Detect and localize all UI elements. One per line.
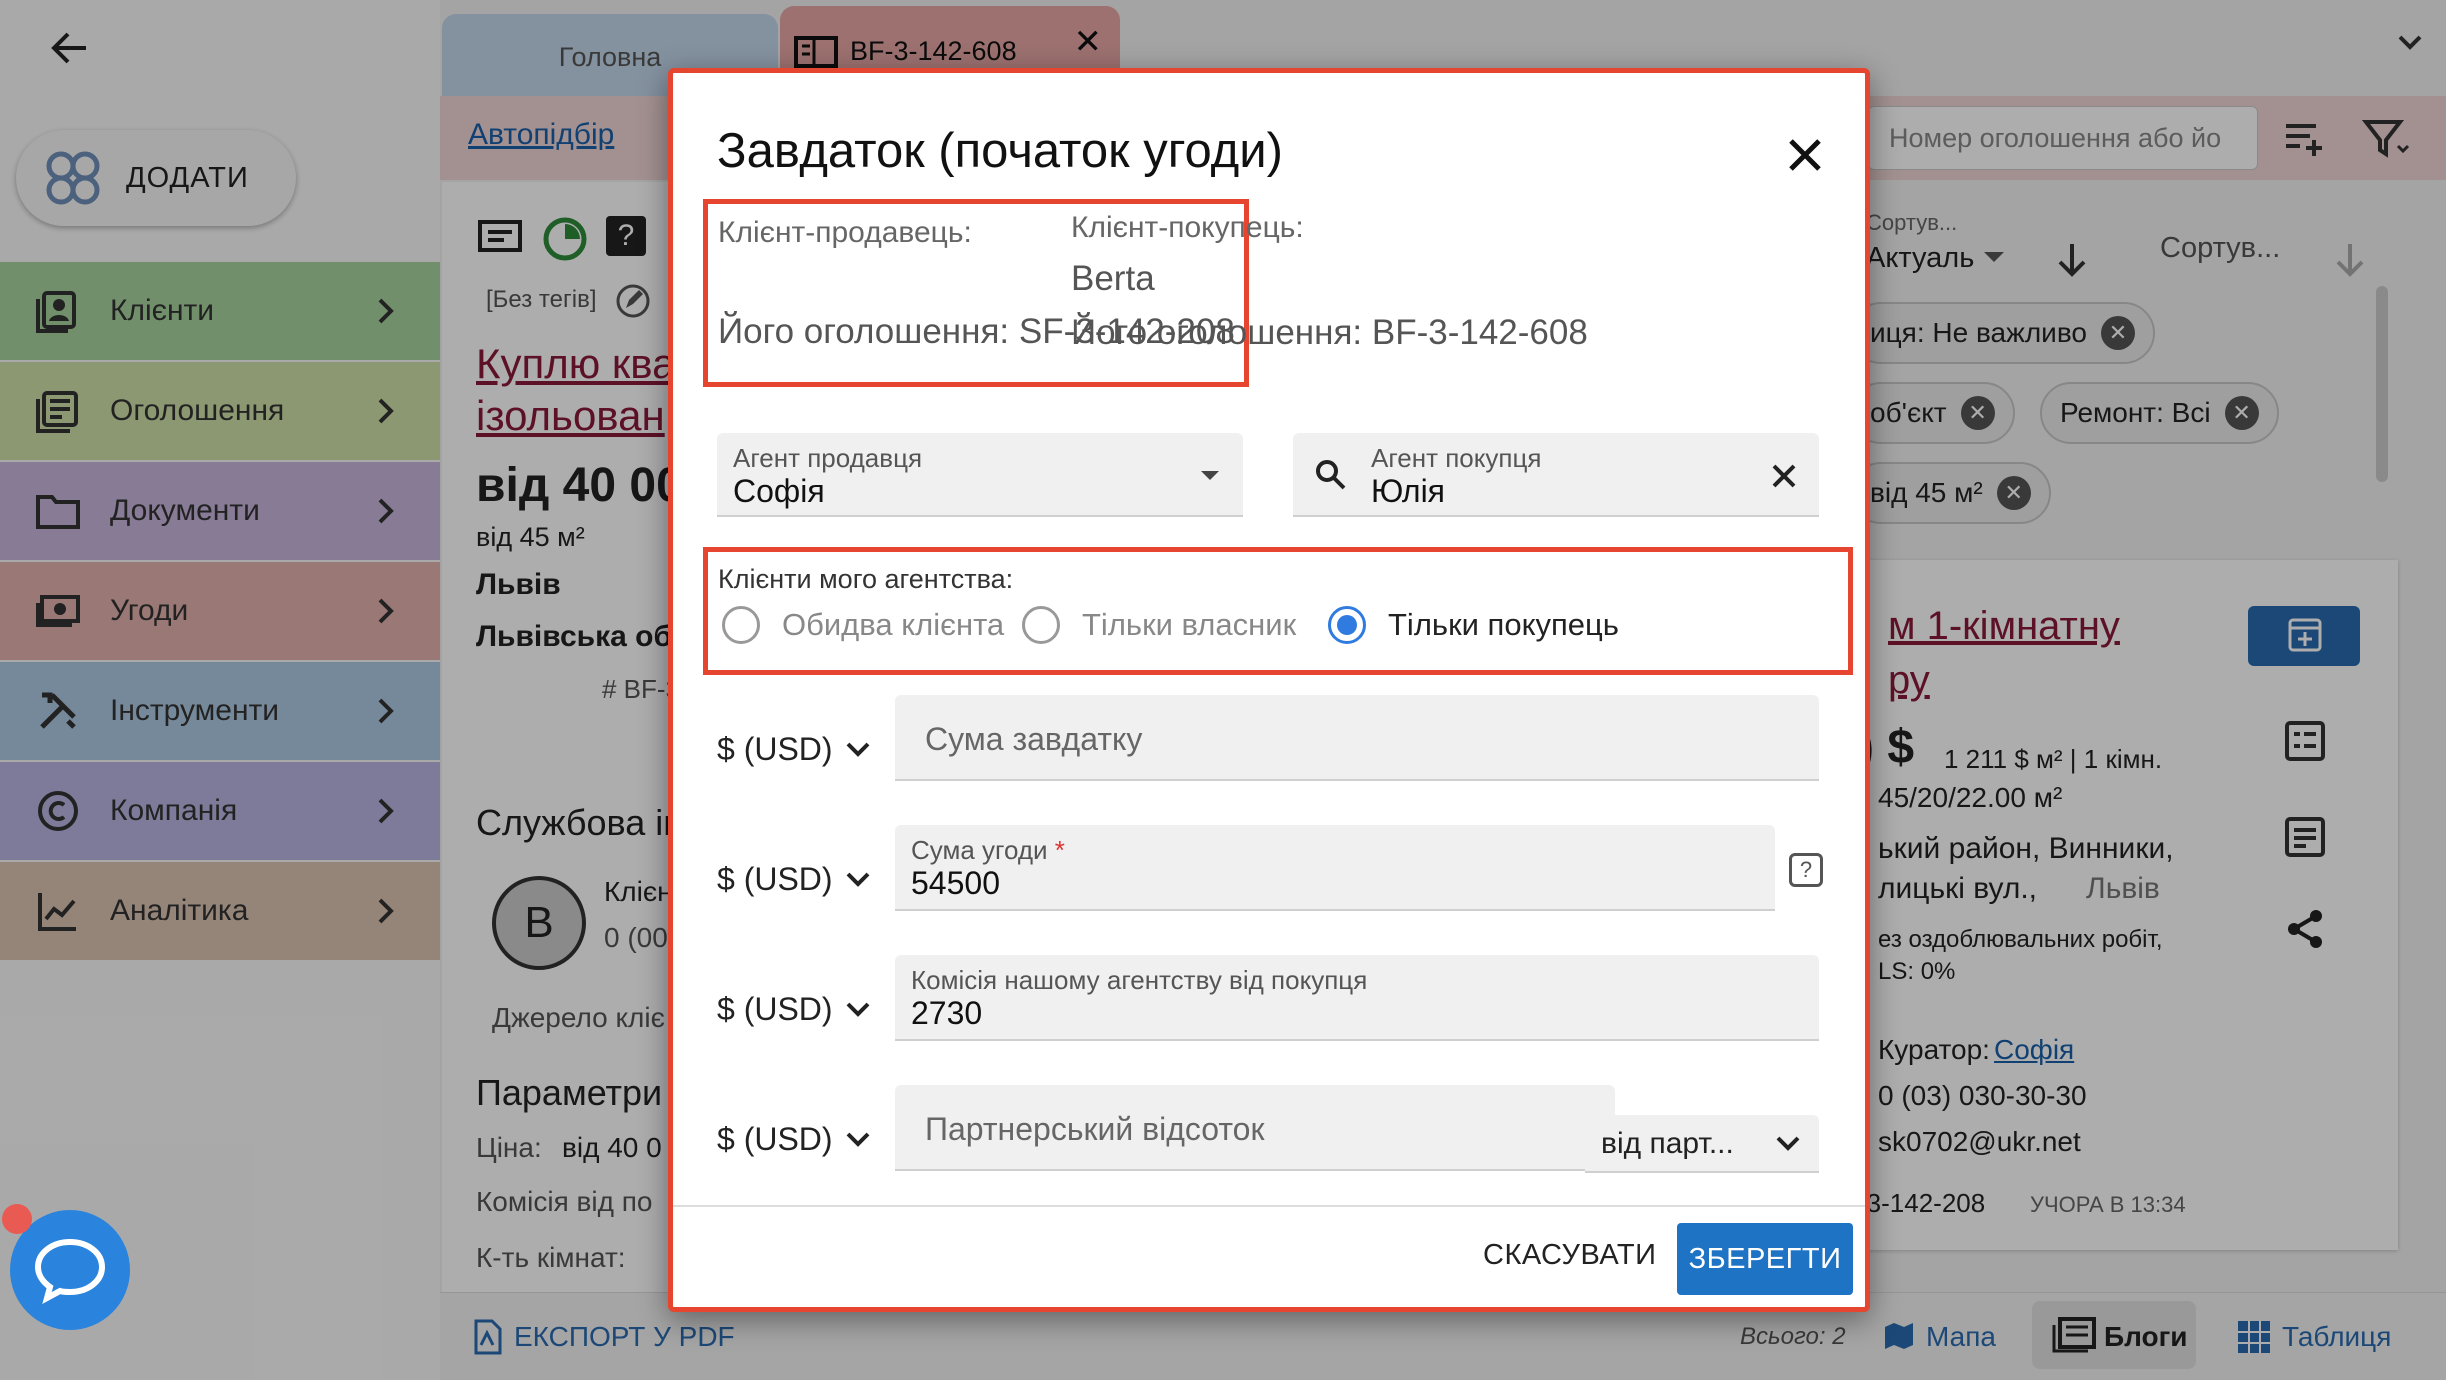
buyer-agent-value: Юлія xyxy=(1371,473,1445,509)
currency-select-deposit[interactable]: $ (USD) xyxy=(717,731,871,768)
cancel-button[interactable]: СКАСУВАТИ xyxy=(1483,1239,1656,1272)
deal-amount-label: Сума угоди * xyxy=(911,835,1065,865)
currency-label: $ (USD) xyxy=(717,731,833,767)
chevron-down-icon xyxy=(846,1132,869,1147)
commission-input[interactable]: Комісія нашому агентству від покупця 273… xyxy=(895,955,1819,1041)
seller-agent-value: Софія xyxy=(733,473,825,509)
commission-label: Комісія нашому агентству від покупця xyxy=(911,965,1368,995)
radio-label: Обидва клієнта xyxy=(782,607,1005,642)
currency-select-commission[interactable]: $ (USD) xyxy=(717,991,871,1028)
dialog-title: Завдаток (початок угоди) xyxy=(717,124,1283,178)
radio-both-clients[interactable]: Обидва клієнта xyxy=(722,606,1004,644)
chevron-down-icon xyxy=(1775,1135,1801,1153)
seller-agent-label: Агент продавця xyxy=(733,443,923,473)
partner-from-select[interactable]: від парт... xyxy=(1585,1115,1819,1173)
seller-label: Клієнт-продавець: xyxy=(718,216,972,249)
agency-clients-label: Клієнти мого агентства: xyxy=(718,564,1014,594)
agency-clients-box: Клієнти мого агентства: Обидва клієнта Т… xyxy=(703,547,1853,675)
radio-label: Тільки покупець xyxy=(1388,607,1619,642)
partner-from-value: від парт... xyxy=(1601,1127,1734,1160)
caret-down-icon xyxy=(1199,469,1221,483)
radio-circle xyxy=(1022,606,1060,644)
currency-label: $ (USD) xyxy=(717,1121,833,1157)
radio-circle xyxy=(722,606,760,644)
buyer-name: Berta xyxy=(1071,259,1155,298)
close-icon[interactable] xyxy=(1783,133,1827,177)
save-button[interactable]: ЗБЕРЕГТИ xyxy=(1677,1223,1853,1295)
chevron-down-icon xyxy=(846,742,869,757)
dialog-divider xyxy=(673,1205,1865,1207)
chevron-down-icon xyxy=(846,872,869,887)
notification-dot xyxy=(2,1204,32,1234)
seller-agent-select[interactable]: Агент продавця Софія xyxy=(717,433,1243,517)
deposit-dialog: Завдаток (початок угоди) Клієнт-продавец… xyxy=(668,68,1870,1312)
buyer-label: Клієнт-покупець: xyxy=(1071,211,1304,244)
partner-placeholder: Партнерський відсоток xyxy=(925,1111,1265,1147)
help-icon[interactable]: ? xyxy=(1789,853,1823,887)
deal-amount-input[interactable]: Сума угоди * 54500 xyxy=(895,825,1775,911)
deposit-amount-input[interactable]: Сума завдатку xyxy=(895,695,1819,781)
chevron-down-icon xyxy=(846,1002,869,1017)
buyer-agent-field[interactable]: Агент покупця Юлія xyxy=(1293,433,1819,517)
currency-select-deal[interactable]: $ (USD) xyxy=(717,861,871,898)
commission-value: 2730 xyxy=(911,995,983,1031)
radio-label: Тільки власник xyxy=(1082,607,1297,642)
buyer-listing: Його оголошення: BF-3-142-608 xyxy=(1071,313,1588,352)
partner-percent-input[interactable]: Партнерський відсоток xyxy=(895,1085,1615,1171)
clear-icon[interactable] xyxy=(1771,463,1797,489)
radio-circle-selected xyxy=(1328,606,1366,644)
deal-amount-value: 54500 xyxy=(911,865,1000,901)
currency-label: $ (USD) xyxy=(717,991,833,1027)
buyer-agent-label: Агент покупця xyxy=(1371,443,1542,473)
search-icon xyxy=(1315,459,1347,491)
deposit-placeholder: Сума завдатку xyxy=(925,721,1143,757)
radio-owner-only[interactable]: Тільки власник xyxy=(1022,606,1296,644)
currency-label: $ (USD) xyxy=(717,861,833,897)
radio-buyer-only[interactable]: Тільки покупець xyxy=(1328,606,1619,644)
currency-select-partner[interactable]: $ (USD) xyxy=(717,1121,871,1158)
